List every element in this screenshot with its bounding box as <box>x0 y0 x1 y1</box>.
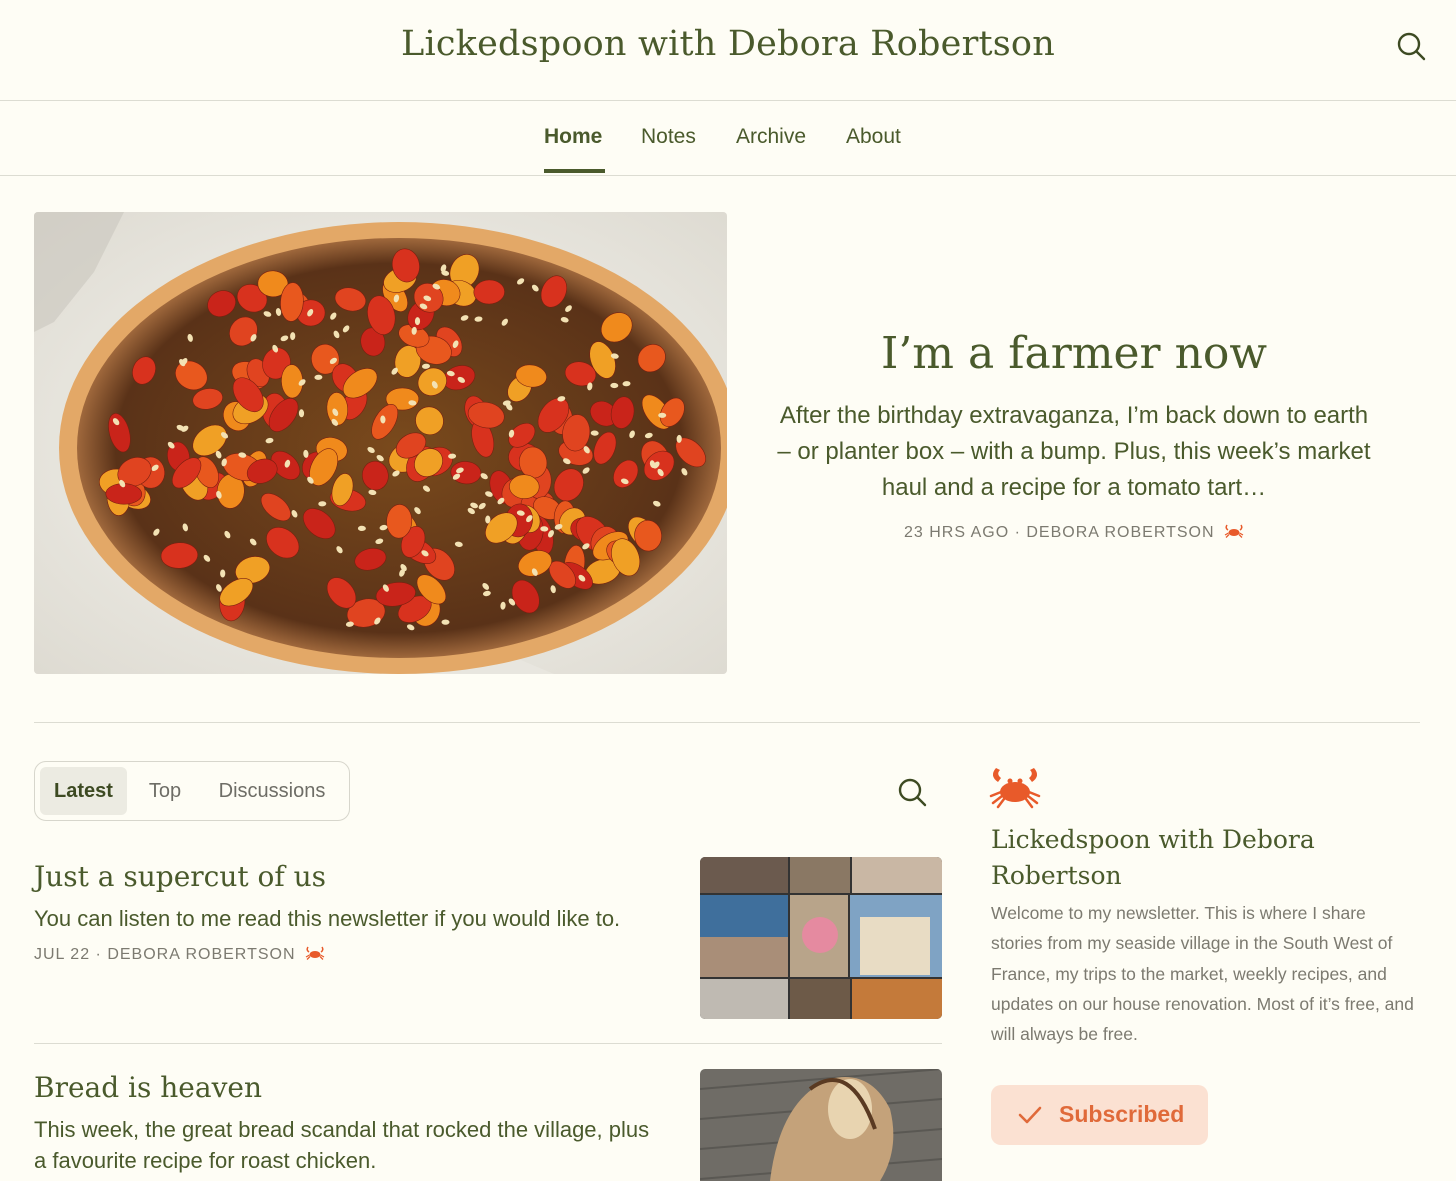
tab-top[interactable]: Top <box>137 767 193 815</box>
photo-collage <box>700 857 942 1019</box>
section-divider <box>34 722 1420 723</box>
nav-active-indicator <box>544 169 605 173</box>
hero-meta-text: 23 HRS AGO · DEBORA ROBERTSON <box>903 524 1215 541</box>
hero-title[interactable]: I’m a farmer now <box>760 328 1388 379</box>
subscribed-label: Subscribed <box>1059 1101 1185 1127</box>
crab-icon <box>1224 524 1244 538</box>
hero-image[interactable] <box>34 212 727 674</box>
nav-item-archive[interactable]: Archive <box>736 125 806 149</box>
check-icon <box>1018 1106 1042 1124</box>
tab-discussions[interactable]: Discussions <box>207 767 337 815</box>
crab-icon <box>989 768 1041 809</box>
post-thumbnail[interactable] <box>700 857 942 1019</box>
sidebar-description: Welcome to my newsletter. This is where … <box>991 903 1414 1045</box>
crab-icon <box>305 946 325 960</box>
post-meta-text: JUL 22 · DEBORA ROBERTSON <box>34 946 296 963</box>
subscribed-button[interactable]: Subscribed <box>991 1085 1208 1145</box>
hero-meta: 23 HRS AGO · DEBORA ROBERTSON <box>760 523 1388 542</box>
post-divider <box>34 1043 942 1044</box>
bread-bag-photo <box>700 1069 942 1181</box>
post-description: You can listen to me read this newslette… <box>34 906 621 931</box>
nav-item-about[interactable]: About <box>846 125 901 149</box>
tab-latest[interactable]: Latest <box>40 767 127 815</box>
search-icon[interactable] <box>1395 30 1427 62</box>
post-tabs: Latest Top Discussions <box>34 761 350 821</box>
nav-item-home[interactable]: Home <box>544 125 602 149</box>
hero-description: After the birthday extravaganza, I’m bac… <box>777 402 1371 501</box>
post-description: This week, the great bread scandal that … <box>34 1117 650 1173</box>
post-title[interactable]: Bread is heaven <box>34 1071 262 1104</box>
site-header: Lickedspoon with Debora Robertson <box>0 0 1456 101</box>
main-nav: Home Notes Archive About <box>0 101 1456 176</box>
sidebar-title: Lickedspoon with Debora Robertson <box>991 825 1315 890</box>
post-thumbnail[interactable] <box>700 1069 942 1181</box>
post-meta: JUL 22 · DEBORA ROBERTSON <box>34 945 325 964</box>
tomato-tart-photo <box>34 212 727 674</box>
nav-item-notes[interactable]: Notes <box>641 125 696 149</box>
site-title[interactable]: Lickedspoon with Debora Robertson <box>0 24 1456 64</box>
search-icon[interactable] <box>896 776 928 808</box>
post-title[interactable]: Just a supercut of us <box>34 860 326 893</box>
